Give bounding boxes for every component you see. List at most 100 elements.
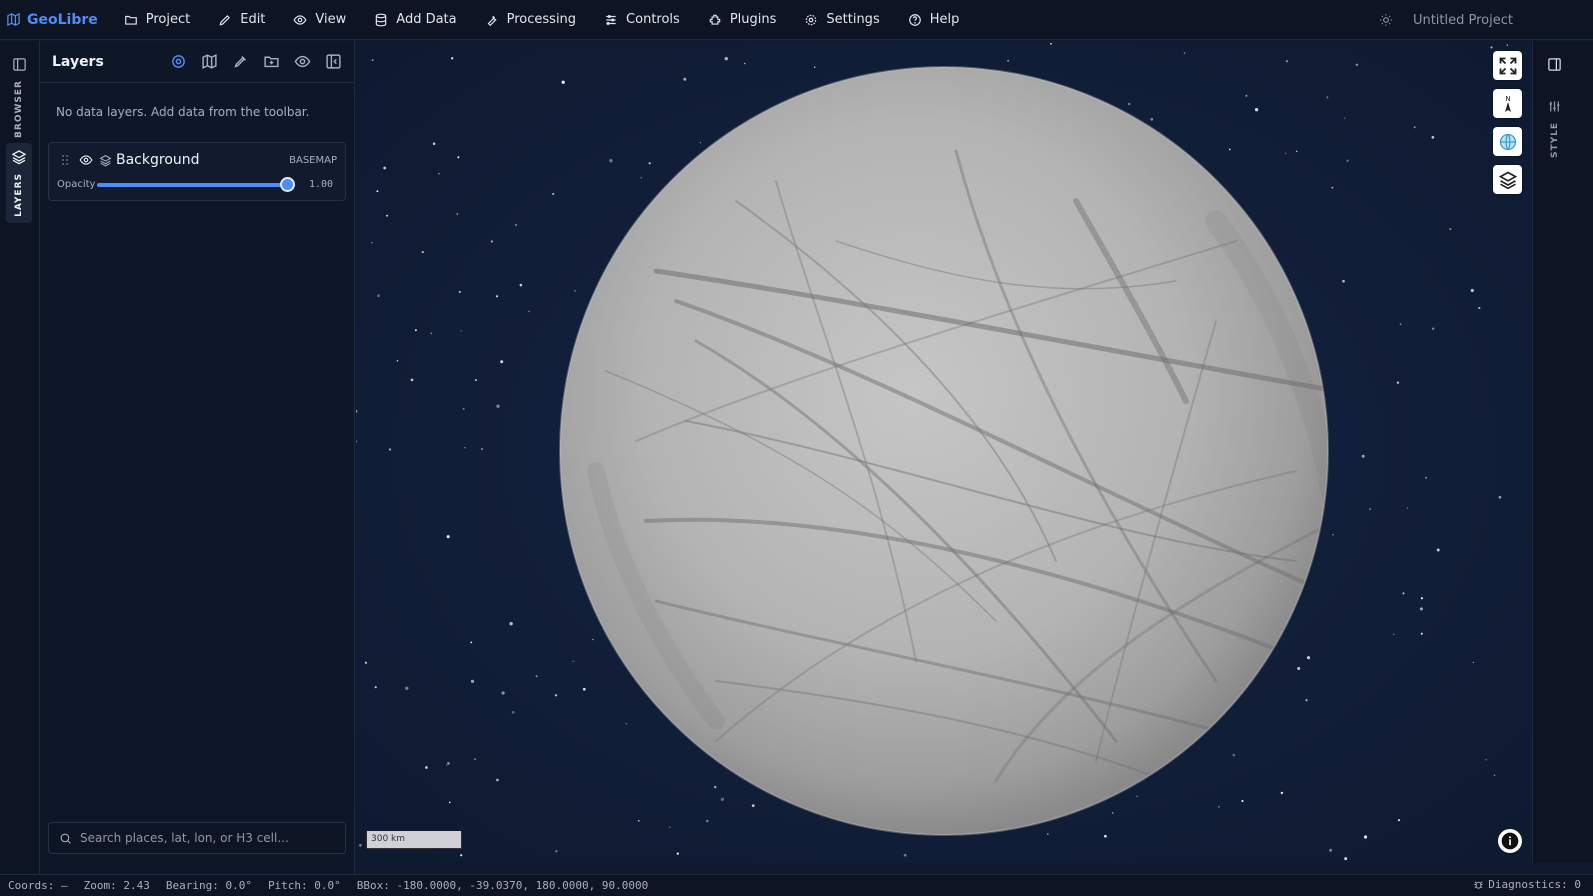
brand[interactable]: GeoLibre bbox=[0, 12, 110, 28]
scale-bar: 300 km bbox=[366, 831, 462, 849]
menu-view[interactable]: View bbox=[279, 0, 360, 40]
drag-handle-icon[interactable] bbox=[61, 154, 69, 166]
diagnostics-button[interactable]: Diagnostics: 0 bbox=[1473, 878, 1581, 891]
star bbox=[364, 661, 367, 664]
sun-icon[interactable] bbox=[1379, 13, 1393, 27]
star bbox=[1402, 592, 1405, 595]
star bbox=[410, 378, 414, 382]
planet-globe bbox=[560, 67, 1328, 835]
star bbox=[396, 359, 399, 362]
style-panel-button[interactable]: STYLE bbox=[1547, 99, 1562, 158]
star bbox=[511, 710, 515, 714]
rail-layers-button[interactable]: LAYERS bbox=[6, 143, 32, 223]
star bbox=[1295, 150, 1298, 153]
star bbox=[1413, 126, 1416, 129]
star bbox=[1490, 46, 1493, 49]
star bbox=[1419, 607, 1423, 611]
layer-item-background[interactable]: Background BASEMAP Opacity 1.00 bbox=[48, 142, 346, 201]
folder-plus-icon[interactable] bbox=[263, 53, 280, 70]
compass-button[interactable]: N bbox=[1493, 89, 1522, 118]
map-canvas[interactable]: N 300 km bbox=[356, 41, 1532, 863]
layer-switcher-button[interactable] bbox=[1493, 165, 1522, 194]
star bbox=[1007, 59, 1010, 62]
star bbox=[496, 404, 500, 408]
search-input[interactable] bbox=[80, 831, 330, 845]
eye-icon[interactable] bbox=[294, 53, 311, 70]
star bbox=[430, 332, 433, 335]
star bbox=[572, 660, 574, 662]
star bbox=[1396, 381, 1400, 384]
opacity-slider-thumb[interactable] bbox=[280, 176, 296, 192]
menu-label: Project bbox=[145, 12, 191, 27]
menu-help[interactable]: Help bbox=[894, 0, 974, 40]
menu-edit[interactable]: Edit bbox=[204, 0, 279, 40]
star bbox=[1449, 228, 1452, 231]
star bbox=[519, 283, 523, 287]
menu-label: Plugins bbox=[729, 12, 777, 27]
star bbox=[501, 691, 505, 695]
menu-label: Help bbox=[929, 12, 960, 27]
star bbox=[1331, 186, 1334, 189]
star bbox=[1498, 495, 1502, 499]
star bbox=[669, 826, 671, 828]
star bbox=[496, 778, 499, 782]
star bbox=[386, 214, 388, 217]
menu-label: Processing bbox=[506, 12, 577, 27]
rail-browser-button[interactable]: BROWSER bbox=[6, 51, 32, 144]
star bbox=[1420, 632, 1423, 635]
star bbox=[405, 686, 409, 690]
menu-controls[interactable]: Controls bbox=[590, 0, 694, 40]
star bbox=[1254, 108, 1259, 112]
menu-plugins[interactable]: Plugins bbox=[694, 0, 791, 40]
star bbox=[474, 758, 476, 761]
star bbox=[1280, 791, 1284, 795]
menu-add-data[interactable]: Add Data bbox=[360, 0, 470, 40]
star bbox=[1399, 323, 1402, 326]
menu-label: Controls bbox=[626, 12, 680, 27]
star bbox=[1128, 102, 1131, 106]
menu-processing[interactable]: Processing bbox=[471, 0, 590, 40]
fullscreen-button[interactable] bbox=[1493, 51, 1522, 80]
layer-type-badge: BASEMAP bbox=[289, 154, 337, 166]
star bbox=[1136, 795, 1138, 798]
right-panel-toggle[interactable] bbox=[1547, 57, 1562, 72]
collapse-panel-icon[interactable] bbox=[325, 53, 342, 70]
star bbox=[1363, 835, 1368, 839]
attribution-button[interactable] bbox=[1498, 829, 1522, 853]
star bbox=[514, 223, 517, 227]
status-bearing: Bearing: 0.0° bbox=[165, 879, 252, 892]
star bbox=[1344, 117, 1346, 119]
menu-project[interactable]: Project bbox=[110, 0, 204, 40]
globe-view[interactable] bbox=[356, 41, 1532, 863]
status-zoom: Zoom: 2.43 bbox=[83, 879, 150, 892]
empty-layers-message: No data layers. Add data from the toolba… bbox=[56, 105, 310, 119]
map-icon bbox=[7, 12, 20, 27]
menu-label: Add Data bbox=[396, 12, 457, 27]
map-icon[interactable] bbox=[201, 53, 218, 70]
star bbox=[490, 240, 493, 243]
star bbox=[474, 379, 477, 382]
globe-projection-button[interactable] bbox=[1493, 127, 1522, 156]
star bbox=[751, 804, 755, 808]
layers-panel-header: Layers bbox=[40, 41, 354, 83]
star bbox=[637, 819, 640, 822]
star bbox=[574, 290, 576, 292]
map-controls: N bbox=[1493, 51, 1522, 194]
project-name: Untitled Project bbox=[1412, 12, 1513, 28]
star bbox=[457, 156, 460, 159]
star bbox=[1393, 633, 1395, 636]
star bbox=[456, 213, 459, 215]
status-pitch: Pitch: 0.0° bbox=[267, 879, 341, 892]
target-icon[interactable] bbox=[170, 53, 187, 70]
opacity-slider[interactable] bbox=[97, 176, 296, 192]
star bbox=[724, 57, 728, 61]
menu-settings[interactable]: Settings bbox=[790, 0, 893, 40]
draw-icon[interactable] bbox=[232, 53, 249, 70]
star bbox=[1355, 63, 1359, 66]
star bbox=[676, 852, 679, 855]
place-search[interactable] bbox=[48, 822, 346, 854]
star bbox=[535, 675, 538, 678]
visibility-eye-icon[interactable] bbox=[79, 153, 93, 167]
star bbox=[1369, 508, 1372, 511]
star bbox=[1485, 758, 1487, 761]
